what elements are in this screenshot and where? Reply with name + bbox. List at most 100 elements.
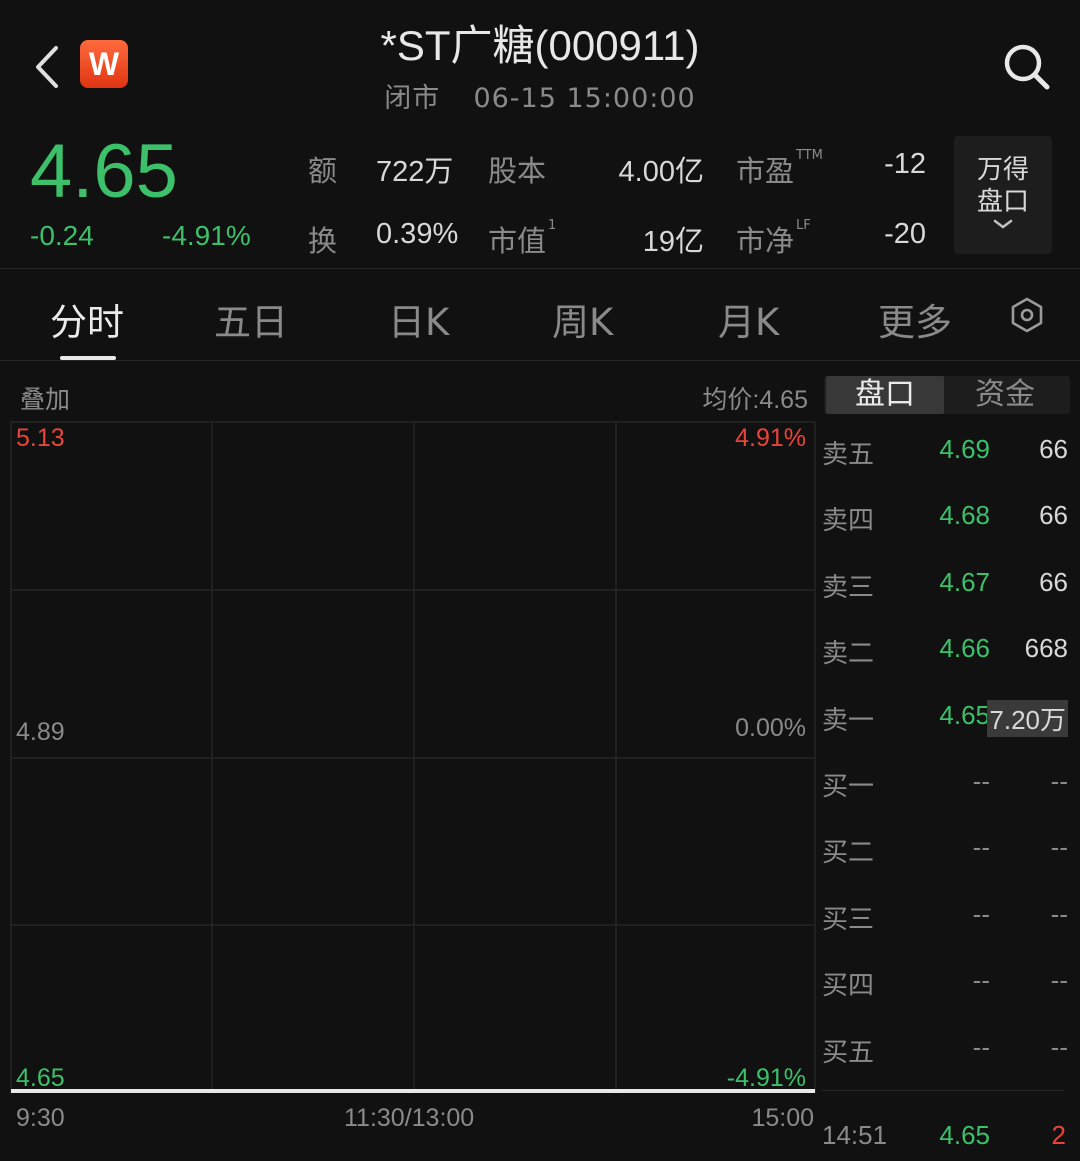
orderbook-volume: -- [1050, 766, 1068, 796]
orderbook-volume: -- [1050, 832, 1068, 863]
stat-label-market-cap: 市值 1 [488, 218, 556, 260]
divider [0, 360, 1080, 361]
wind-panel-line1: 万得 [976, 155, 1029, 185]
stat-value-pe: -12 [884, 148, 926, 180]
market-status: 闭市 06-15 15:00:00 [0, 76, 1080, 115]
pe-superscript: TTM [796, 148, 823, 163]
orderbook-level-label: 买二 [822, 838, 875, 869]
stat-label-amount: 额 [308, 154, 338, 188]
orderbook-volume: 66 [1039, 500, 1068, 531]
tab-five-day[interactable]: 五日 [214, 292, 288, 346]
orderbook-ask-row[interactable]: 卖三 4.67 66 [822, 565, 1072, 605]
orderbook-level-label: 卖四 [822, 506, 875, 537]
y-axis-mid: 4.89 [16, 718, 65, 746]
x-axis-end: 15:00 [751, 1104, 814, 1132]
orderbook-price: 4.67 [939, 566, 990, 597]
last-price: 4.65 [30, 129, 178, 214]
pct-axis-high: 4.91% [735, 424, 806, 452]
y-axis-low: 4.65 [16, 1064, 65, 1092]
quote-panel: 4.65 -0.24 -4.91% 额 722万 换 0.39% 股本 4.00… [0, 120, 1080, 268]
search-icon[interactable] [1000, 40, 1052, 92]
settings-hexagon-icon[interactable] [1008, 296, 1046, 334]
stat-label-pb-text: 市净 [736, 224, 795, 258]
intraday-chart[interactable] [0, 420, 820, 1120]
orderbook-volume: -- [1050, 898, 1068, 929]
divider [0, 268, 1080, 269]
orderbook-level-label: 卖三 [822, 572, 875, 603]
orderbook-price: -- [972, 898, 990, 929]
orderbook-volume: 7.20万 [987, 699, 1068, 737]
overlay-button[interactable]: 叠加 [20, 380, 70, 416]
tab-monthly-k[interactable]: 月K [718, 292, 779, 346]
tab-weekly-k[interactable]: 周K [552, 292, 613, 346]
average-price: 均价:4.65 [702, 386, 808, 414]
orderbook-bid-row[interactable]: 买四 -- -- [822, 963, 1072, 1003]
orderbook-bid-row[interactable]: 买一 -- -- [822, 764, 1072, 804]
x-axis-start: 9:30 [16, 1104, 65, 1132]
chart-grid [10, 421, 816, 1093]
tab-daily-k[interactable]: 日K [388, 292, 449, 346]
orderbook-divider [822, 1090, 1064, 1091]
period-tabs: 分时 五日 日K 周K 月K 更多 [0, 270, 1080, 362]
tab-capital-flow[interactable]: 资金 [946, 376, 1064, 414]
quote-datetime: 06-15 15:00:00 [473, 83, 696, 114]
market-cap-superscript: 1 [548, 218, 557, 233]
orderbook-price: -- [972, 832, 990, 863]
x-axis-mid: 11:30/13:00 [344, 1104, 475, 1132]
orderbook-volume: 66 [1039, 566, 1068, 597]
orderbook-level-label: 卖五 [822, 440, 875, 470]
tab-intraday[interactable]: 分时 [50, 292, 124, 346]
tab-more[interactable]: 更多 [878, 292, 952, 346]
stat-value-pb: -20 [884, 218, 926, 250]
orderbook-bid-row[interactable]: 买二 -- -- [822, 830, 1072, 870]
wind-orderbook-button[interactable]: 万得 盘口 [954, 136, 1052, 254]
stat-label-pe: 市盈 TTM [736, 148, 823, 190]
stat-value-turnover: 0.39% [376, 218, 459, 250]
chart-header: 叠加 均价:4.65 [0, 362, 820, 420]
y-axis-high: 5.13 [16, 424, 65, 452]
orderbook-volume: -- [1050, 965, 1068, 996]
orderbook-volume: -- [1050, 1031, 1068, 1062]
stat-label-pb: 市净 LF [736, 218, 811, 260]
stat-label-turnover: 换 [308, 224, 338, 258]
wind-panel-line2: 盘口 [976, 187, 1029, 217]
pb-superscript: LF [796, 218, 811, 233]
orderbook-level-label: 卖二 [822, 639, 875, 670]
orderbook-price: 4.69 [939, 434, 990, 464]
orderbook-ask-row[interactable]: 卖五 4.69 66 [822, 432, 1072, 472]
market-status-text: 闭市 [384, 83, 441, 114]
trade-price: 4.65 [939, 1120, 990, 1150]
top-bar: W *ST广糖(000911) 闭市 06-15 15:00:00 [0, 0, 1080, 120]
orderbook-level-label: 买四 [822, 971, 875, 1002]
orderbook-price: -- [972, 965, 990, 996]
orderbook-ask-row[interactable]: 卖二 4.66 668 [822, 631, 1072, 671]
orderbook-tabs: 盘口 资金 [824, 376, 1070, 414]
orderbook-bid-row[interactable]: 买五 -- -- [822, 1030, 1072, 1070]
orderbook-price: -- [972, 1031, 990, 1062]
orderbook-price: 4.66 [939, 633, 990, 664]
tab-orderbook[interactable]: 盘口 [826, 376, 944, 414]
stat-value-market-cap: 19亿 [642, 226, 704, 258]
orderbook-volume: 66 [1039, 434, 1068, 464]
stat-label-shares: 股本 [488, 154, 547, 188]
orderbook-volume: 668 [1024, 633, 1068, 664]
trade-volume: 2 [1051, 1120, 1066, 1150]
pct-axis-low: -4.91% [726, 1064, 806, 1092]
price-change-pct: -4.91% [162, 220, 251, 251]
chevron-down-icon [993, 219, 1013, 229]
orderbook-level-label: 卖一 [822, 705, 875, 736]
price-change: -0.24 [30, 220, 94, 251]
orderbook-price: 4.65 [939, 699, 990, 730]
orderbook-price: -- [972, 766, 990, 796]
stock-title: *ST广糖(000911) [380, 22, 700, 69]
orderbook-bid-row[interactable]: 买三 -- -- [822, 897, 1072, 937]
orderbook-price: 4.68 [939, 500, 990, 531]
orderbook-ask-row[interactable]: 卖一 4.65 7.20万 [822, 698, 1072, 738]
stat-label-pe-text: 市盈 [736, 154, 795, 188]
trade-time: 14:51 [822, 1120, 888, 1150]
stat-value-shares: 4.00亿 [618, 156, 704, 188]
orderbook-ask-row[interactable]: 卖四 4.68 66 [822, 498, 1072, 538]
orderbook-level-label: 买三 [822, 904, 875, 935]
orderbook-level-label: 买一 [822, 772, 875, 802]
stat-label-market-cap-text: 市值 [488, 224, 547, 258]
